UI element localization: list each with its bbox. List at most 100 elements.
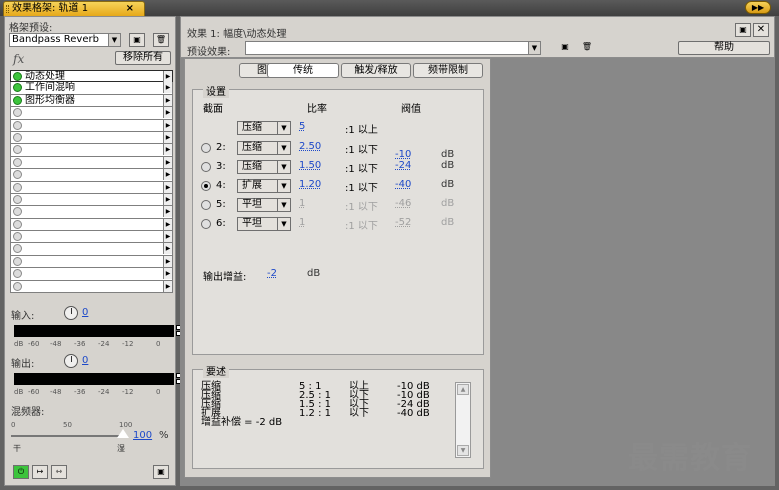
- effect-slot[interactable]: ▶: [10, 169, 173, 182]
- chevron-right-icon[interactable]: ▶: [163, 107, 172, 119]
- ratio-value[interactable]: 5: [299, 121, 305, 132]
- ratio-value[interactable]: 1.50: [299, 160, 321, 171]
- rack-menu-icon[interactable]: ▣: [153, 465, 169, 479]
- section-radio[interactable]: [201, 143, 211, 153]
- chevron-down-icon[interactable]: ▼: [108, 34, 120, 46]
- scroll-down-icon[interactable]: ▼: [457, 445, 469, 456]
- save-effect-preset-icon[interactable]: ▣: [557, 41, 573, 55]
- panel-menu-button[interactable]: ▶▶: [745, 1, 771, 14]
- chevron-down-icon[interactable]: ▼: [277, 142, 290, 154]
- power-icon[interactable]: [13, 244, 22, 254]
- tab-traditional[interactable]: 传统: [267, 63, 339, 78]
- output-gain-value[interactable]: -2: [267, 268, 277, 279]
- mode-dropdown[interactable]: 扩展 ▼: [237, 179, 291, 193]
- threshold-value[interactable]: -46: [395, 198, 411, 209]
- power-icon[interactable]: [13, 95, 22, 105]
- power-icon[interactable]: [13, 269, 22, 279]
- save-preset-icon[interactable]: ▣: [129, 33, 145, 47]
- power-icon[interactable]: [13, 145, 22, 155]
- chevron-right-icon[interactable]: ▶: [163, 231, 172, 243]
- power-icon[interactable]: [13, 72, 22, 81]
- mix-slider-thumb[interactable]: [117, 429, 129, 438]
- summary-scrollbar[interactable]: ▲ ▼: [455, 382, 471, 458]
- effect-menu-icon[interactable]: ▣: [735, 23, 751, 37]
- threshold-value[interactable]: -52: [395, 217, 411, 228]
- ratio-value[interactable]: 2.50: [299, 141, 321, 152]
- input-knob[interactable]: [64, 306, 78, 320]
- power-icon[interactable]: [13, 256, 22, 266]
- mode-dropdown[interactable]: 平坦 ▼: [237, 217, 291, 231]
- tab-band-limiting[interactable]: 频带限制: [413, 63, 483, 78]
- effect-slot[interactable]: ▶: [10, 243, 173, 256]
- power-icon[interactable]: [13, 120, 22, 130]
- chevron-right-icon[interactable]: ▶: [163, 144, 172, 156]
- chevron-down-icon[interactable]: ▼: [277, 199, 290, 211]
- effect-slot[interactable]: ▶: [10, 268, 173, 281]
- effect-slot[interactable]: ▶: [10, 255, 173, 269]
- power-icon[interactable]: [13, 170, 22, 180]
- effect-preset-dropdown[interactable]: ▼: [245, 41, 541, 55]
- effect-slot[interactable]: ▶: [10, 193, 173, 207]
- rack-preset-dropdown[interactable]: Bandpass Reverb ▼: [9, 33, 121, 47]
- effect-slot[interactable]: ▶: [10, 144, 173, 157]
- help-button[interactable]: 帮助: [678, 41, 770, 55]
- power-icon[interactable]: [13, 219, 22, 229]
- threshold-value[interactable]: -24: [395, 160, 411, 171]
- effect-slot[interactable]: ▶: [10, 231, 173, 244]
- tab-effects-rack[interactable]: 效果格架: 轨道 1 ×: [3, 1, 145, 16]
- chevron-down-icon[interactable]: ▼: [277, 161, 290, 173]
- effect-slot[interactable]: 工作间混响 ▶: [10, 82, 173, 95]
- section-radio[interactable]: [201, 181, 211, 191]
- chevron-right-icon[interactable]: ▶: [163, 82, 172, 94]
- chevron-down-icon[interactable]: ▼: [277, 180, 290, 192]
- chevron-right-icon[interactable]: ▶: [163, 181, 172, 193]
- chevron-right-icon[interactable]: ▶: [163, 119, 172, 131]
- mode-dropdown[interactable]: 压缩 ▼: [237, 160, 291, 174]
- tab-grip-icon[interactable]: [6, 5, 9, 13]
- threshold-value[interactable]: -40: [395, 179, 411, 190]
- chevron-right-icon[interactable]: ▶: [163, 169, 172, 181]
- bypass-icon[interactable]: ⇿: [51, 465, 67, 479]
- ratio-value[interactable]: 1: [299, 217, 305, 228]
- mix-slider-track[interactable]: [11, 435, 127, 437]
- effect-slot[interactable]: ▶: [10, 206, 173, 219]
- power-icon[interactable]: [13, 182, 22, 192]
- section-radio[interactable]: [201, 200, 211, 210]
- effect-slot[interactable]: 动态处理 ▶: [10, 70, 173, 83]
- effect-slot[interactable]: ▶: [10, 280, 173, 294]
- ratio-value[interactable]: 1.20: [299, 179, 321, 190]
- output-value[interactable]: 0: [82, 355, 88, 366]
- chevron-right-icon[interactable]: ▶: [163, 206, 172, 218]
- power-icon[interactable]: [13, 83, 22, 93]
- effect-slot[interactable]: ▶: [10, 119, 173, 132]
- power-icon[interactable]: [13, 194, 22, 204]
- chevron-right-icon[interactable]: ▶: [163, 193, 172, 205]
- close-icon[interactable]: ✕: [753, 23, 769, 37]
- chevron-right-icon[interactable]: ▶: [163, 243, 172, 255]
- chevron-right-icon[interactable]: ▶: [163, 131, 172, 143]
- effect-slot[interactable]: ▶: [10, 156, 173, 170]
- section-radio[interactable]: [201, 219, 211, 229]
- scroll-up-icon[interactable]: ▲: [457, 384, 469, 395]
- section-radio[interactable]: [201, 162, 211, 172]
- mode-dropdown[interactable]: 压缩 ▼: [237, 121, 291, 135]
- chevron-right-icon[interactable]: ▶: [163, 280, 172, 292]
- effect-slot[interactable]: 图形均衡器 ▶: [10, 94, 173, 108]
- delete-preset-icon[interactable]: 🗑: [153, 33, 169, 47]
- chevron-right-icon[interactable]: ▶: [163, 71, 172, 82]
- chevron-down-icon[interactable]: ▼: [528, 42, 540, 54]
- power-icon[interactable]: [13, 157, 22, 167]
- chevron-down-icon[interactable]: ▼: [277, 218, 290, 230]
- ratio-value[interactable]: 1: [299, 198, 305, 209]
- apply-icon[interactable]: ↦: [32, 465, 48, 479]
- chevron-right-icon[interactable]: ▶: [163, 218, 172, 230]
- power-icon[interactable]: [13, 232, 22, 242]
- power-icon[interactable]: [13, 132, 22, 142]
- effect-slot[interactable]: ▶: [10, 181, 173, 194]
- chevron-down-icon[interactable]: ▼: [277, 122, 290, 134]
- power-icon[interactable]: [13, 281, 22, 291]
- chevron-right-icon[interactable]: ▶: [163, 268, 172, 280]
- tab-attack-release[interactable]: 触发/释放: [341, 63, 411, 78]
- remove-all-button[interactable]: 移除所有: [115, 51, 171, 65]
- chevron-right-icon[interactable]: ▶: [163, 255, 172, 267]
